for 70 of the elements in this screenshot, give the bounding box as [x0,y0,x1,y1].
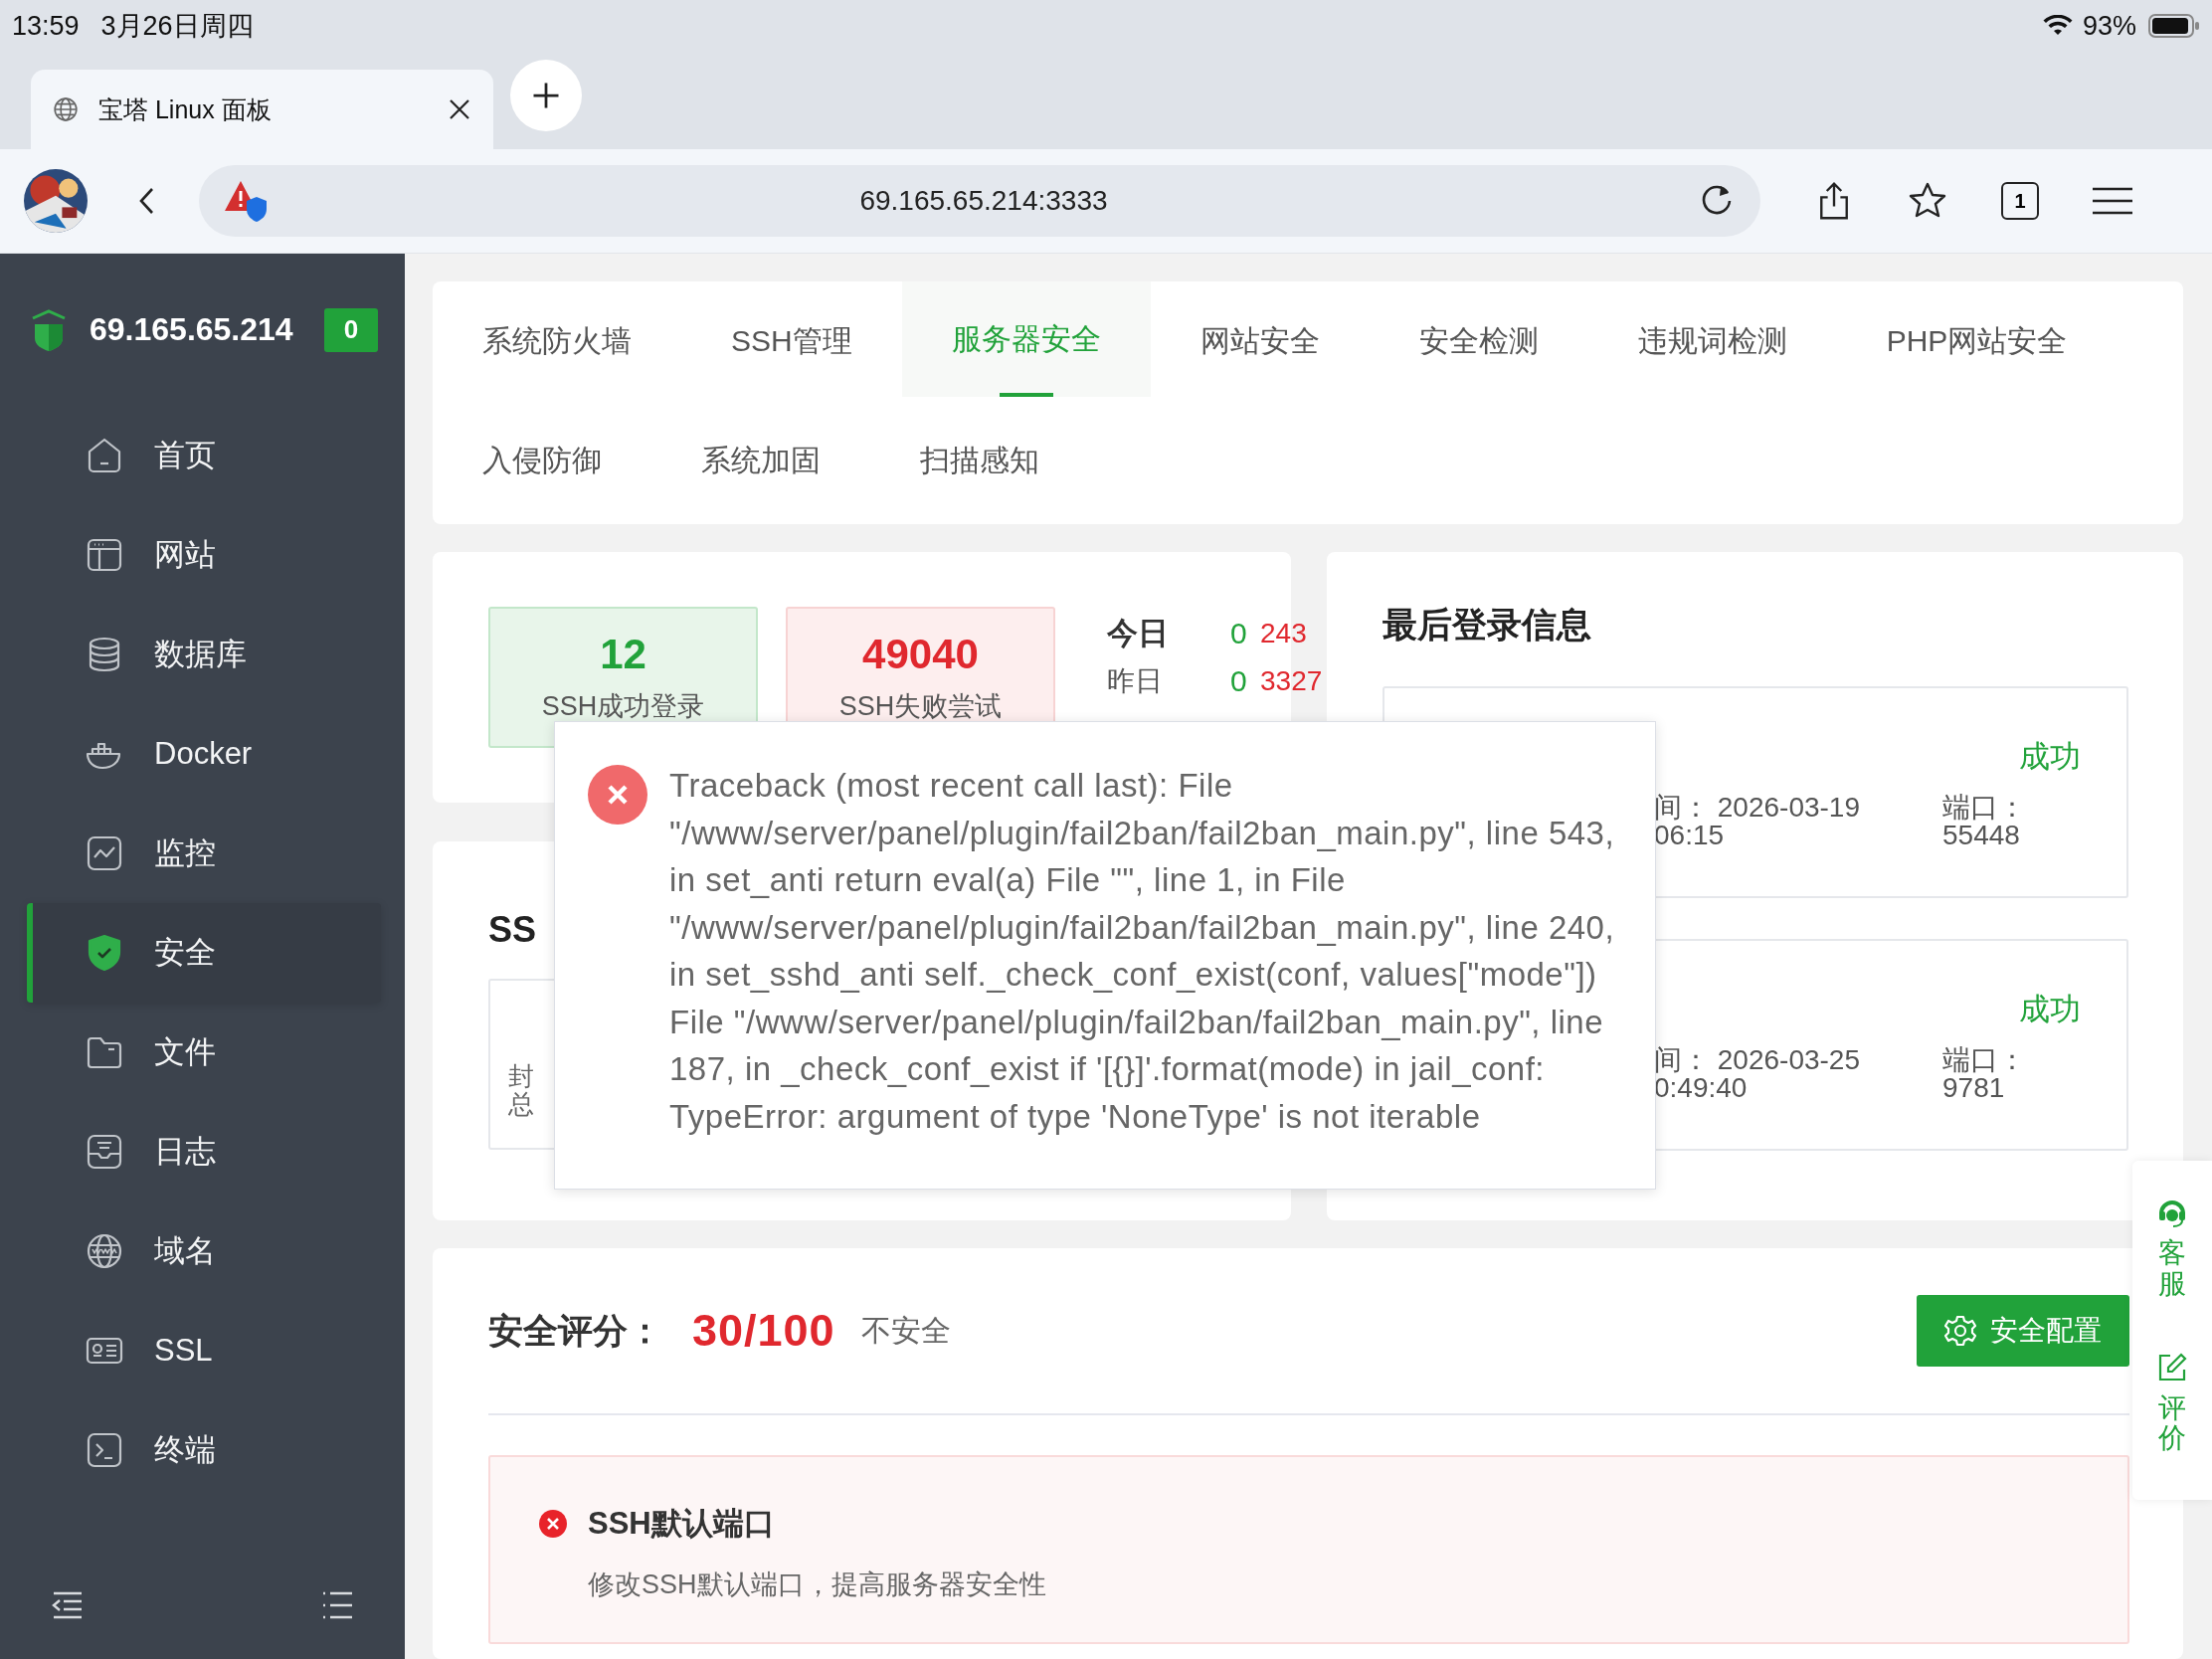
page-tab[interactable]: SSH管理 [681,281,902,401]
page-tab[interactable]: PHP网站安全 [1836,281,2118,401]
nav-item[interactable]: 数据库 [27,605,381,704]
nav-item[interactable]: Docker [27,704,381,804]
error-icon [588,765,647,825]
stat-value: 49040 [862,631,979,678]
score-label: 安全评分： [488,1309,662,1352]
wifi-icon [2042,15,2073,37]
page-tab[interactable]: 系统加固 [651,401,870,520]
settings-icon [1944,1315,1976,1347]
battery-percent: 93% [2082,10,2136,42]
page-tab[interactable]: 违规词检测 [1587,281,1837,401]
battery-icon [2148,14,2200,38]
server-ip: 69.165.65.214 [90,311,294,348]
period-label: 今日 [1107,615,1170,652]
url-text: 69.165.65.214:3333 [858,185,1109,217]
inbox-icon [85,1132,124,1172]
period-label: 昨日 [1107,664,1164,698]
status-time: 13:59 [12,10,80,42]
close-icon[interactable] [448,97,471,121]
nav-item[interactable]: 终端 [27,1400,381,1500]
tab-count-button[interactable]: 1 [2001,182,2039,220]
page-tab[interactable]: 网站安全 [1150,281,1370,401]
login-status: 成功 [2019,991,2081,1028]
collapse-icon[interactable] [52,1590,84,1620]
count-badge: 0 [324,307,378,352]
nav-item[interactable]: 域名 [27,1201,381,1301]
stat-value: 12 [600,631,646,678]
stat-label: SSH成功登录 [541,690,705,723]
login-port: 端口： 55448 [1942,794,2026,849]
login-time: 间： 2026-03-19 06:15 [1654,794,1861,849]
nav-item[interactable]: 首页 [27,406,381,505]
page-tab[interactable]: 入侵防御 [433,401,651,520]
edit-icon [2156,1351,2188,1383]
success-count: 0 [1230,664,1248,698]
tab-title: 宝塔 Linux 面板 [98,93,273,125]
nav-item[interactable]: 监控 [27,804,381,903]
plus-icon [531,81,561,110]
list-icon[interactable] [321,1590,353,1620]
browser-tab[interactable]: 宝塔 Linux 面板 [31,70,493,149]
login-time: 间： 2026-03-25 0:49:40 [1654,1046,1861,1102]
fail-count: 3327 [1260,665,1323,697]
page-tab[interactable]: 扫描感知 [870,401,1089,520]
stat-label: SSH失败尝试 [838,690,1003,723]
page-tab[interactable]: 系统防火墙 [433,281,681,401]
globe-icon [53,96,79,122]
section-title: SS [488,909,537,951]
chart-icon [85,833,124,873]
terminal-icon [85,1430,124,1470]
login-status: 成功 [2019,738,2081,776]
nav-item[interactable]: 安全 [27,903,381,1003]
status-date: 3月26日周四 [100,10,254,43]
fail-count: 243 [1260,618,1307,649]
globe-icon [85,1231,124,1271]
section-title: 最后登录信息 [1382,604,1592,645]
nav-item[interactable]: 文件 [27,1003,381,1102]
score-value: 30/100 [692,1305,835,1357]
error-icon [538,1509,568,1539]
address-bar[interactable]: 69.165.65.214:3333 [199,165,1760,237]
stat-label: 封 总 [508,1063,534,1118]
nav-item[interactable]: 网站 [27,505,381,605]
page-tab[interactable]: 安全检测 [1369,281,1588,401]
success-count: 0 [1230,617,1248,650]
score-verdict: 不安全 [860,1312,951,1349]
risk-description: 修改SSH默认端口，提高服务器安全性 [587,1568,1047,1601]
login-port: 端口： 9781 [1942,1046,2026,1102]
nav-item[interactable]: 日志 [27,1102,381,1201]
nav-item[interactable]: SSL [27,1301,381,1400]
risk-title: SSH默认端口 [588,1505,775,1543]
error-message: Traceback (most recent call last): File "/www/server/panel/plugin/fail2ban/fail2ban_main.py", line 543, in set_anti return eval(a) File "", line 1, in File "/www/server/panel/plugin/fail2ban/fail2ban_main.py", line 240, in set_sshd_anti self._check_conf_exist(conf, values["mode"]) File "/www/server/panel/plugin/fail2ban/fail2ban_main.py", line 187, in _check_conf_exist if '[{}]'.format(mode) in jail_conf: TypeError: argument of type 'NoneType' is not iterable [669,766,1616,1137]
